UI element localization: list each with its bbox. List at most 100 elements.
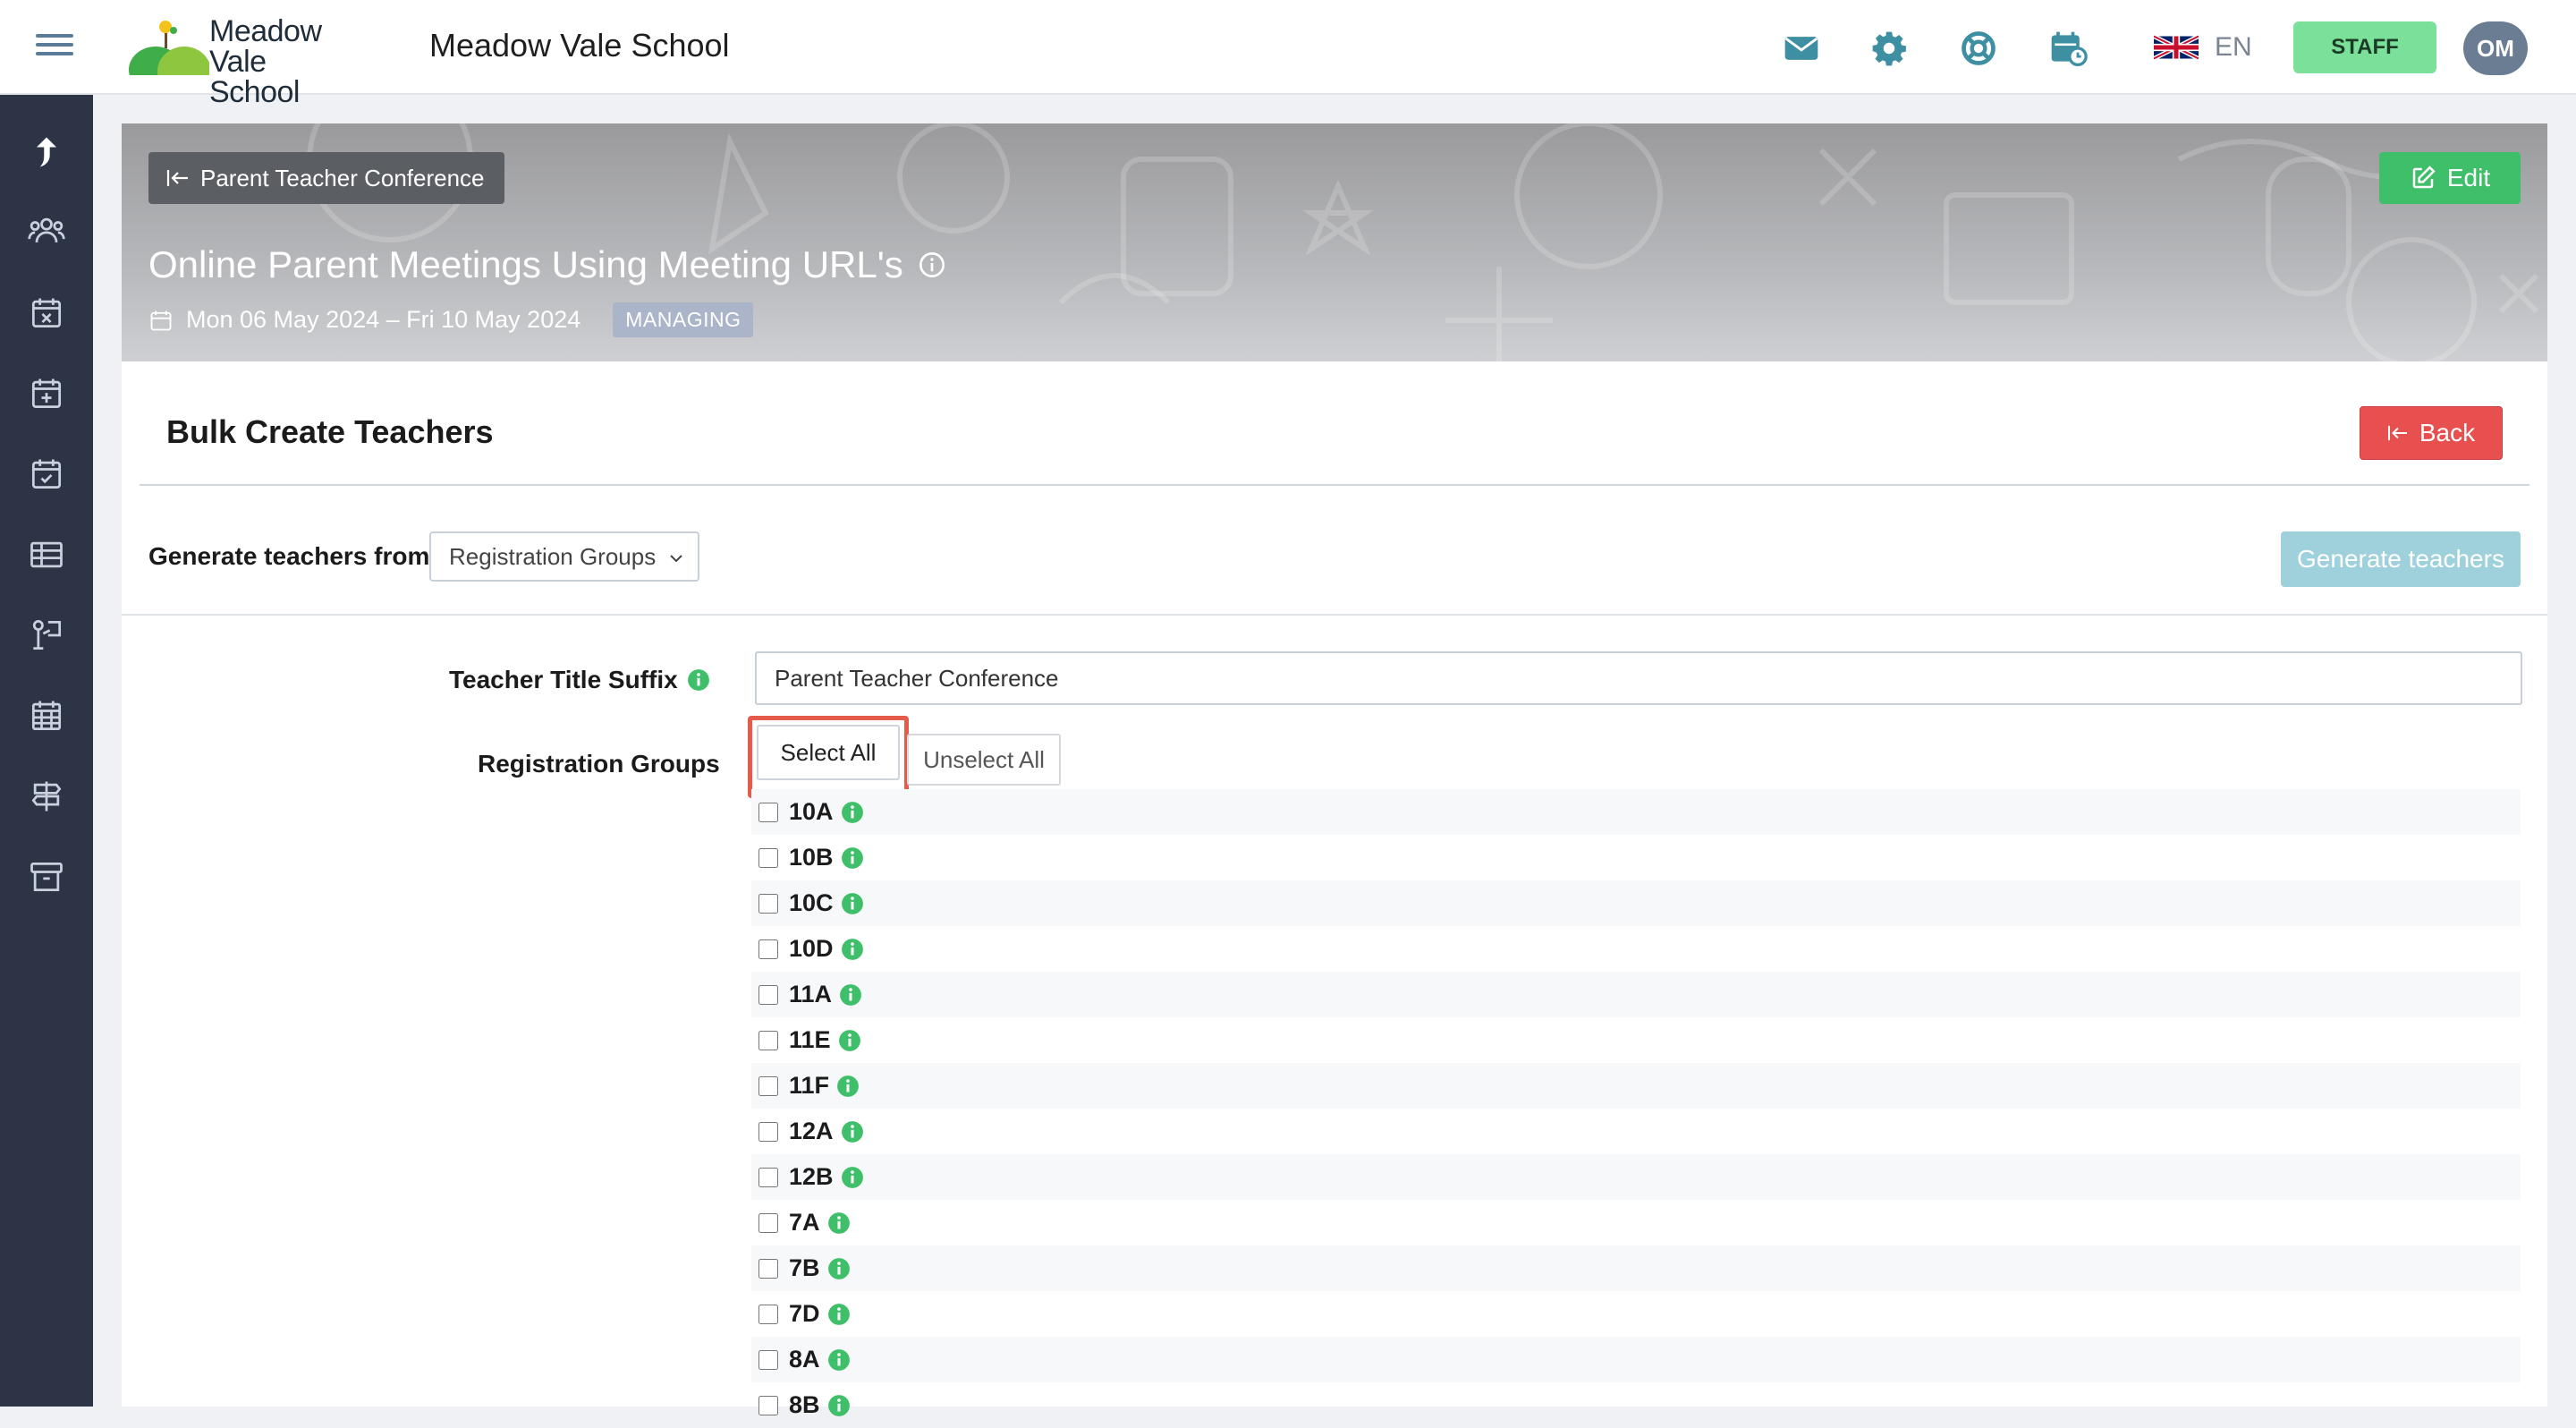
group-checkbox[interactable] — [758, 847, 778, 868]
unselect-all-button[interactable]: Unselect All — [907, 734, 1061, 786]
status-badge: MANAGING — [613, 302, 754, 337]
back-to-conference-button[interactable]: Parent Teacher Conference — [148, 152, 504, 204]
group-checkbox[interactable] — [758, 939, 778, 959]
menu-icon[interactable] — [36, 29, 73, 66]
group-checkbox[interactable] — [758, 1167, 778, 1187]
logo-text: Meadow Vale School — [209, 14, 322, 109]
group-checkbox[interactable] — [758, 1212, 778, 1233]
info-icon[interactable] — [841, 938, 864, 961]
info-icon[interactable] — [838, 1029, 861, 1052]
group-checkbox[interactable] — [758, 1258, 778, 1279]
group-name: 7D — [789, 1300, 820, 1327]
language-code: EN — [2215, 32, 2252, 62]
edit-label: Edit — [2446, 164, 2491, 191]
group-checkbox[interactable] — [758, 1349, 778, 1370]
users-icon[interactable] — [27, 211, 66, 251]
event-banner: Parent Teacher Conference Edit Online Pa… — [122, 123, 2547, 361]
list-item: 10D — [751, 926, 2521, 972]
group-name: 12A — [789, 1118, 834, 1144]
list-item: 11A — [751, 972, 2521, 1017]
school-title: Meadow Vale School — [429, 27, 730, 64]
generate-from-label: Generate teachers from: — [148, 542, 438, 570]
group-checkbox[interactable] — [758, 1304, 778, 1324]
group-checkbox[interactable] — [758, 1395, 778, 1415]
info-icon[interactable] — [841, 1120, 864, 1143]
registration-groups-label: Registration Groups — [478, 750, 720, 778]
school-logo[interactable]: Meadow Vale School — [129, 16, 361, 107]
info-icon[interactable] — [827, 1303, 851, 1326]
top-bar: Meadow Vale School Meadow Vale School EN… — [0, 0, 2576, 107]
event-dates-text: Mon 06 May 2024 – Fri 10 May 2024 — [186, 306, 581, 333]
group-checkbox[interactable] — [758, 802, 778, 822]
event-title-text: Online Parent Meetings Using Meeting URL… — [148, 243, 903, 285]
list-item: 8B — [751, 1382, 2521, 1428]
list-item: 7B — [751, 1245, 2521, 1291]
back-to-conference-label: Parent Teacher Conference — [200, 164, 485, 191]
list-item: 10C — [751, 880, 2521, 926]
list-item: 12A — [751, 1109, 2521, 1154]
sidebar — [0, 95, 93, 1407]
share-arrow-icon[interactable] — [27, 132, 66, 172]
info-icon[interactable] — [687, 668, 710, 692]
calendar-x-icon[interactable] — [27, 293, 66, 333]
list-item: 10A — [751, 789, 2521, 835]
group-checkbox[interactable] — [758, 893, 778, 914]
info-icon[interactable] — [827, 1257, 851, 1280]
mail-icon[interactable] — [1782, 29, 1821, 68]
info-icon[interactable] — [827, 1348, 851, 1372]
info-icon[interactable] — [841, 1166, 864, 1189]
uk-flag-icon — [2154, 34, 2199, 61]
list-item: 11F — [751, 1063, 2521, 1109]
select-all-button[interactable]: Select All — [757, 725, 900, 780]
teacher-title-suffix-input[interactable] — [755, 651, 2522, 705]
list-item: 7D — [751, 1291, 2521, 1337]
main-card: Parent Teacher Conference Edit Online Pa… — [122, 123, 2547, 1418]
list-item: 10B — [751, 835, 2521, 880]
table-icon[interactable] — [27, 535, 66, 574]
group-checkbox[interactable] — [758, 1030, 778, 1050]
group-name: 10B — [789, 844, 834, 871]
info-icon[interactable] — [918, 251, 946, 279]
group-checkbox[interactable] — [758, 1075, 778, 1096]
chevron-down-icon — [670, 555, 682, 563]
info-icon[interactable] — [839, 983, 862, 1007]
group-name: 8B — [789, 1391, 820, 1418]
group-name: 11A — [789, 981, 833, 1007]
calendar-check-icon[interactable] — [27, 455, 66, 494]
staff-button[interactable]: STAFF — [2293, 21, 2436, 73]
back-button[interactable]: Back — [2360, 406, 2503, 460]
avatar[interactable]: OM — [2463, 21, 2528, 75]
group-name: 7B — [789, 1254, 820, 1281]
gear-icon[interactable] — [1869, 29, 1909, 68]
language-selector[interactable]: EN — [2154, 32, 2252, 63]
divider — [140, 484, 2529, 486]
calendar-clock-icon[interactable] — [2048, 29, 2088, 68]
signpost-icon[interactable] — [27, 777, 66, 816]
group-name: 12B — [789, 1163, 834, 1190]
group-checkbox[interactable] — [758, 984, 778, 1005]
info-icon[interactable] — [836, 1075, 860, 1098]
group-name: 10A — [789, 798, 834, 825]
logo-hills-icon — [129, 21, 211, 97]
arrow-left-bar-icon — [166, 170, 188, 186]
help-lifebuoy-icon[interactable] — [1959, 29, 1998, 68]
info-icon[interactable] — [841, 801, 864, 824]
calendar-plus-icon[interactable] — [27, 374, 66, 413]
generate-from-select[interactable]: Registration Groups — [429, 531, 699, 582]
info-icon[interactable] — [841, 846, 864, 870]
list-item: 7A — [751, 1200, 2521, 1245]
registration-group-list: 10A 10B 10C 10D 11A 11E 11F 12A 12B 7A 7… — [751, 789, 2521, 1428]
info-icon[interactable] — [827, 1211, 851, 1235]
calendar-grid-icon[interactable] — [27, 696, 66, 735]
edit-button[interactable]: Edit — [2379, 152, 2521, 204]
calendar-icon — [150, 310, 172, 330]
arrow-left-bar-icon — [2387, 425, 2407, 441]
info-icon[interactable] — [827, 1394, 851, 1417]
edit-icon — [2412, 166, 2436, 189]
archive-icon[interactable] — [27, 857, 66, 897]
info-icon[interactable] — [841, 892, 864, 915]
group-checkbox[interactable] — [758, 1121, 778, 1142]
generate-teachers-button[interactable]: Generate teachers — [2281, 531, 2521, 587]
group-name: 11E — [789, 1026, 831, 1053]
presenter-icon[interactable] — [27, 616, 66, 655]
